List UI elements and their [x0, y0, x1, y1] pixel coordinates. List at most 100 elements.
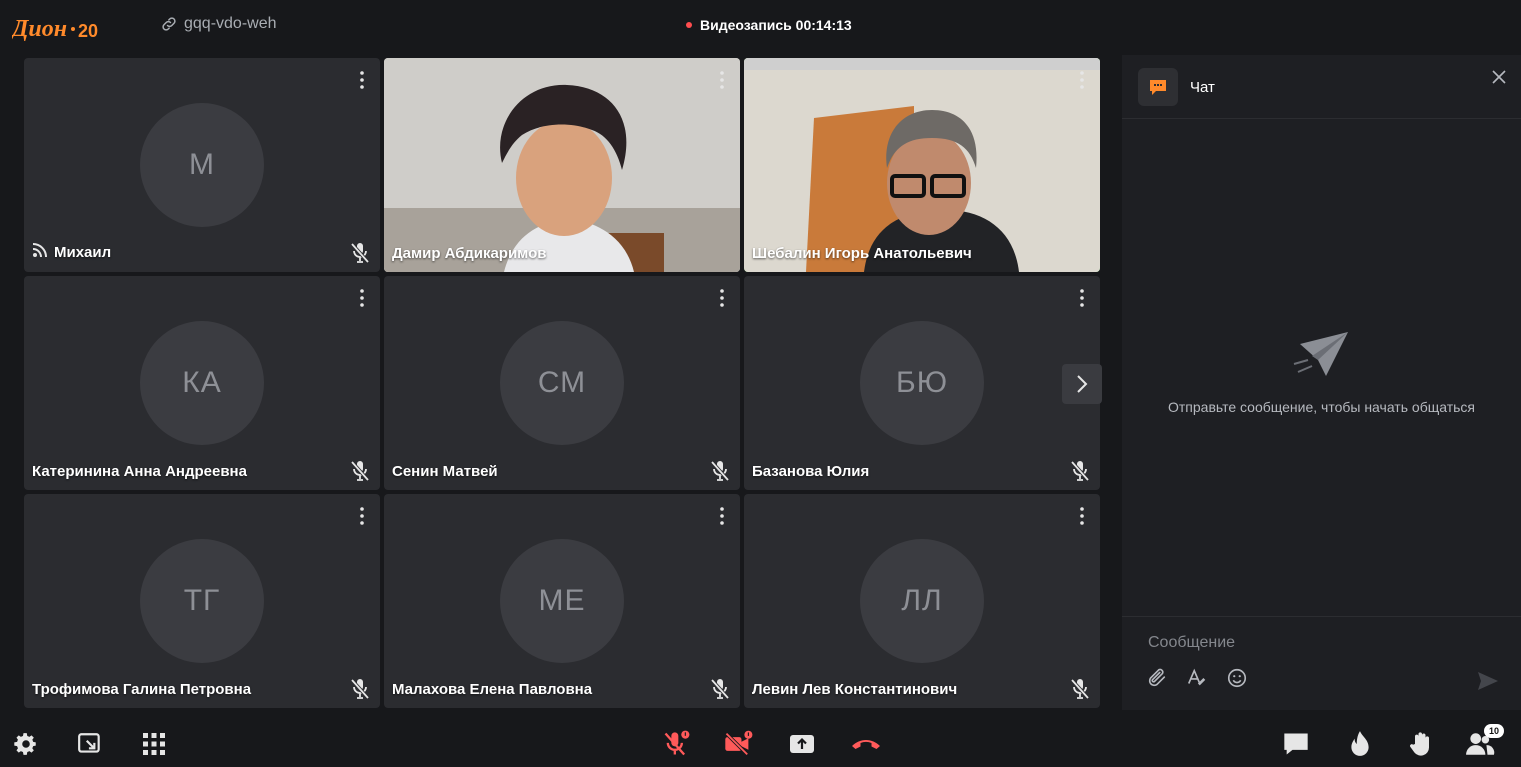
- chat-header: Чат: [1122, 55, 1521, 119]
- dion-logo: Дион 20: [10, 8, 107, 50]
- participant-name-label: Шебалин Игорь Анатольевич: [752, 245, 972, 262]
- avatar: КА: [140, 321, 264, 445]
- video-feed: [384, 58, 740, 272]
- more-vertical-icon: [354, 71, 370, 94]
- participant-tile[interactable]: Шебалин Игорь Анатольевич: [744, 58, 1100, 272]
- picture-in-picture-icon: [78, 733, 100, 753]
- text-format-button[interactable]: [1186, 667, 1208, 694]
- mic-muted-icon: [350, 242, 370, 264]
- video-feed: [744, 58, 1100, 272]
- more-vertical-icon: [354, 289, 370, 312]
- tile-menu-button[interactable]: [1074, 70, 1090, 90]
- chat-bubble-icon: [1138, 68, 1178, 106]
- participant-name: Базанова Юлия: [752, 463, 870, 480]
- chat-close-button[interactable]: [1491, 69, 1507, 90]
- paper-plane-icon: [1293, 332, 1348, 376]
- text-format-icon: [1187, 668, 1206, 686]
- broadcast-icon: [32, 242, 48, 262]
- participant-name: Михаил: [54, 243, 112, 261]
- tile-menu-button[interactable]: [1074, 288, 1090, 308]
- meeting-link[interactable]: gqq-vdo-weh: [160, 15, 277, 33]
- more-vertical-icon: [714, 71, 730, 94]
- participants-button[interactable]: 10: [1464, 724, 1504, 760]
- more-vertical-icon: [1074, 289, 1090, 312]
- share-screen-icon: [790, 735, 814, 753]
- participant-name-label: Трофимова Галина Петровна: [32, 681, 251, 698]
- chat-empty-state: Отправьте сообщение, чтобы начать общать…: [1122, 330, 1521, 415]
- participant-name-label: Катеринина Анна Андреевна: [32, 463, 247, 480]
- participant-tile[interactable]: СМ Сенин Матвей: [384, 276, 740, 490]
- message-input[interactable]: [1146, 633, 1470, 653]
- mic-muted-icon: [1070, 460, 1090, 482]
- top-bar: Дион 20 gqq-vdo-weh Видеозапись 00:14:13: [0, 0, 1521, 54]
- camera-toggle-button[interactable]: [722, 728, 754, 760]
- end-call-button[interactable]: [850, 728, 882, 760]
- hang-up-icon: [852, 740, 880, 749]
- reactions-button[interactable]: [1344, 728, 1376, 760]
- hand-icon: [1410, 732, 1429, 756]
- avatar: ТГ: [140, 539, 264, 663]
- chat-bubble-icon: [1284, 733, 1308, 755]
- mic-muted-icon: [350, 678, 370, 700]
- participant-name-label: Малахова Елена Павловна: [392, 681, 592, 698]
- participant-name-label: Сенин Матвей: [392, 463, 498, 480]
- mic-muted-icon: [1070, 678, 1090, 700]
- logo-text: Дион: [12, 16, 67, 42]
- recording-label: Видеозапись 00:14:13: [700, 17, 852, 33]
- share-screen-button[interactable]: [786, 728, 818, 760]
- participants-count-badge: 10: [1484, 724, 1504, 738]
- participant-tile[interactable]: Дамир Абдикаримов: [384, 58, 740, 272]
- close-icon: [1492, 70, 1506, 84]
- participant-name-label: Михаил: [32, 242, 111, 262]
- send-button[interactable]: [1477, 671, 1499, 696]
- participant-tile[interactable]: БЮ Базанова Юлия: [744, 276, 1100, 490]
- attach-file-button[interactable]: [1146, 667, 1168, 694]
- tile-menu-button[interactable]: [354, 70, 370, 90]
- emoji-button[interactable]: [1226, 667, 1248, 694]
- settings-button[interactable]: [10, 728, 42, 760]
- compose-tools: [1146, 667, 1248, 694]
- participant-tile[interactable]: ТГ Трофимова Галина Петровна: [24, 494, 380, 708]
- flame-icon: [1351, 731, 1369, 756]
- participant-name-label: Левин Лев Константинович: [752, 681, 957, 698]
- more-vertical-icon: [1074, 71, 1090, 94]
- chat-button[interactable]: [1280, 728, 1312, 760]
- participant-tile[interactable]: ЛЛ Левин Лев Константинович: [744, 494, 1100, 708]
- raise-hand-button[interactable]: [1406, 728, 1438, 760]
- mic-off-icon: [664, 730, 690, 756]
- tile-menu-button[interactable]: [354, 506, 370, 526]
- tile-menu-button[interactable]: [1074, 506, 1090, 526]
- avatar: М: [140, 103, 264, 227]
- participant-name-label: Дамир Абдикаримов: [392, 245, 546, 262]
- participant-name: Трофимова Галина Петровна: [32, 681, 252, 698]
- participant-tile[interactable]: МЕ Малахова Елена Павловна: [384, 494, 740, 708]
- tile-menu-button[interactable]: [714, 506, 730, 526]
- tile-menu-button[interactable]: [354, 288, 370, 308]
- pip-button[interactable]: [74, 728, 106, 760]
- participant-name: Шебалин Игорь Анатольевич: [752, 245, 972, 262]
- participant-name: Катеринина Анна Андреевна: [32, 463, 247, 480]
- chat-title: Чат: [1190, 79, 1215, 96]
- chat-compose: [1122, 616, 1521, 711]
- bottom-toolbar: 10: [0, 720, 1521, 767]
- more-vertical-icon: [1074, 507, 1090, 530]
- next-page-button[interactable]: [1062, 364, 1102, 404]
- tile-menu-button[interactable]: [714, 288, 730, 308]
- grid-icon: [143, 733, 165, 755]
- participant-name: Сенин Матвей: [392, 463, 498, 480]
- tile-menu-button[interactable]: [714, 70, 730, 90]
- microphone-toggle-button[interactable]: [660, 728, 692, 760]
- avatar: ЛЛ: [860, 539, 984, 663]
- participant-name: Левин Лев Константинович: [752, 681, 958, 698]
- grid-view-button[interactable]: [138, 728, 170, 760]
- chevron-right-icon: [1077, 375, 1088, 393]
- camera-off-icon: [725, 730, 753, 756]
- participant-tile[interactable]: КА Катеринина Анна Андреевна: [24, 276, 380, 490]
- smiley-icon: [1227, 668, 1247, 688]
- avatar: МЕ: [500, 539, 624, 663]
- mic-muted-icon: [710, 460, 730, 482]
- participant-tile[interactable]: М Михаил: [24, 58, 380, 272]
- avatar: СМ: [500, 321, 624, 445]
- avatar: БЮ: [860, 321, 984, 445]
- participant-name: Дамир Абдикаримов: [392, 245, 547, 262]
